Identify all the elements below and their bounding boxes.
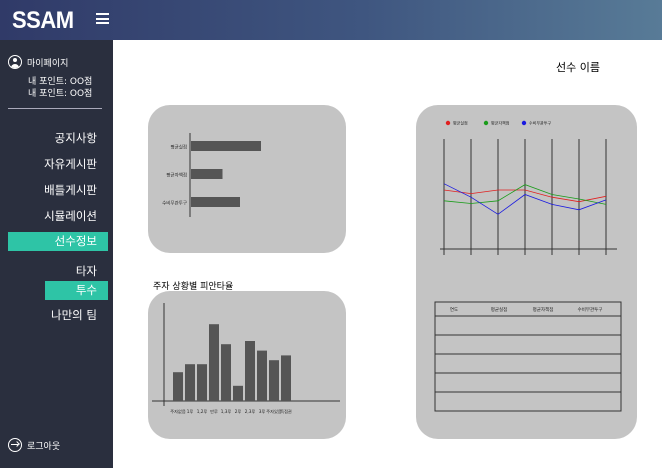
table-header-cell: 수비무관투구 bbox=[578, 306, 603, 313]
bar bbox=[197, 364, 207, 401]
sidebar-divider bbox=[8, 108, 102, 109]
table-header-cell: 연도 bbox=[450, 306, 458, 313]
bar-category-label: 2루 bbox=[235, 409, 242, 415]
bar-category-label: 1루 bbox=[187, 409, 194, 415]
bar-category-label: 평균자책점 bbox=[166, 172, 187, 179]
player-name: 선수 이름 bbox=[556, 61, 600, 74]
legend-label: 평균실점 bbox=[453, 120, 468, 126]
bar bbox=[191, 141, 261, 151]
bar-category-label: 3루 bbox=[259, 409, 266, 415]
hamburger-icon[interactable] bbox=[96, 13, 109, 24]
sidebar-item-battle-board[interactable]: 배틀게시판 bbox=[44, 182, 97, 198]
bar bbox=[233, 385, 243, 401]
bar-category-label: 평균실점 bbox=[170, 144, 187, 151]
sidebar-subitem-batter[interactable]: 타자 bbox=[76, 263, 97, 279]
situation-bar-chart: 주자없음 1루 1,2루 만루 1,3루 2루 2,3루 3루 주자있음득점권 bbox=[152, 303, 340, 415]
sidebar-subitem-pitcher[interactable]: 투수 bbox=[45, 281, 108, 300]
sidebar-subitem-my-team[interactable]: 나만의 팀 bbox=[51, 307, 97, 323]
user-icon bbox=[8, 55, 22, 69]
logout-label: 로그아웃 bbox=[27, 441, 61, 452]
bar-category-label: 1,2루 bbox=[197, 409, 208, 415]
bar bbox=[185, 364, 195, 401]
bar bbox=[173, 372, 183, 401]
trend-card: 평균실점 평균자책점 수비무관투구 연도 평균실점 평균자책점 수비무관투구 bbox=[416, 105, 637, 439]
sidebar-item-free-board[interactable]: 자유게시판 bbox=[44, 156, 97, 172]
bar bbox=[221, 344, 231, 401]
situation-bar-card: 주자없음 1루 1,2루 만루 1,3루 2루 2,3루 3루 주자있음 득점권 bbox=[148, 291, 346, 439]
bar-category-label: 2,3루 bbox=[245, 409, 256, 415]
my-point-text: 내 포인트: OO점 bbox=[28, 89, 93, 99]
logout-button[interactable]: 로그아웃 bbox=[8, 438, 60, 452]
sidebar-item-simulation[interactable]: 시뮬레이션 bbox=[44, 208, 97, 224]
logout-icon bbox=[8, 438, 22, 452]
bar-category-label: 수비무관투구 bbox=[162, 200, 187, 207]
bar bbox=[257, 350, 267, 401]
sidebar-item-notice[interactable]: 공지사항 bbox=[55, 130, 97, 146]
bar-category-label: 주자없음 bbox=[170, 408, 186, 415]
sidebar: 마이페이지 내 포인트: OO점 내 포인트: OO점 공지사항 자유게시판 배… bbox=[0, 40, 113, 468]
bar bbox=[191, 197, 240, 207]
bar-category-label: 만루 bbox=[210, 408, 218, 415]
bar bbox=[269, 360, 279, 401]
stats-hbar-chart: 평균실점평균자책점수비무관투구 bbox=[162, 133, 261, 217]
sidebar-item-player-info[interactable]: 선수정보 bbox=[8, 232, 108, 251]
table-border bbox=[434, 301, 622, 412]
bar-category-label: 1,3루 bbox=[221, 409, 232, 415]
legend-marker bbox=[521, 120, 527, 126]
bar bbox=[191, 169, 223, 179]
trend-panel: 평균실점 평균자책점 수비무관투구 연도 평균실점 평균자책점 수비무관투구 bbox=[434, 120, 622, 412]
bar bbox=[281, 355, 291, 401]
app-logo[interactable]: SSAM bbox=[12, 6, 74, 35]
top-header: SSAM bbox=[0, 0, 662, 40]
mypage-label: 마이페이지 bbox=[27, 58, 69, 69]
bar bbox=[245, 341, 255, 401]
bar bbox=[209, 324, 219, 401]
legend-marker bbox=[483, 120, 489, 126]
table-header-cell: 평균실점 bbox=[491, 306, 508, 313]
mypage-link[interactable]: 마이페이지 bbox=[8, 55, 68, 69]
stats-bar-card: 평균실점평균자책점수비무관투구 bbox=[148, 105, 346, 253]
bar-category-label: 득점권 bbox=[280, 408, 292, 415]
legend-marker bbox=[445, 120, 451, 126]
legend-label: 수비무관투구 bbox=[529, 120, 551, 126]
legend-label: 평균자책점 bbox=[491, 120, 510, 126]
table-header-cell: 평균자책점 bbox=[533, 306, 554, 313]
